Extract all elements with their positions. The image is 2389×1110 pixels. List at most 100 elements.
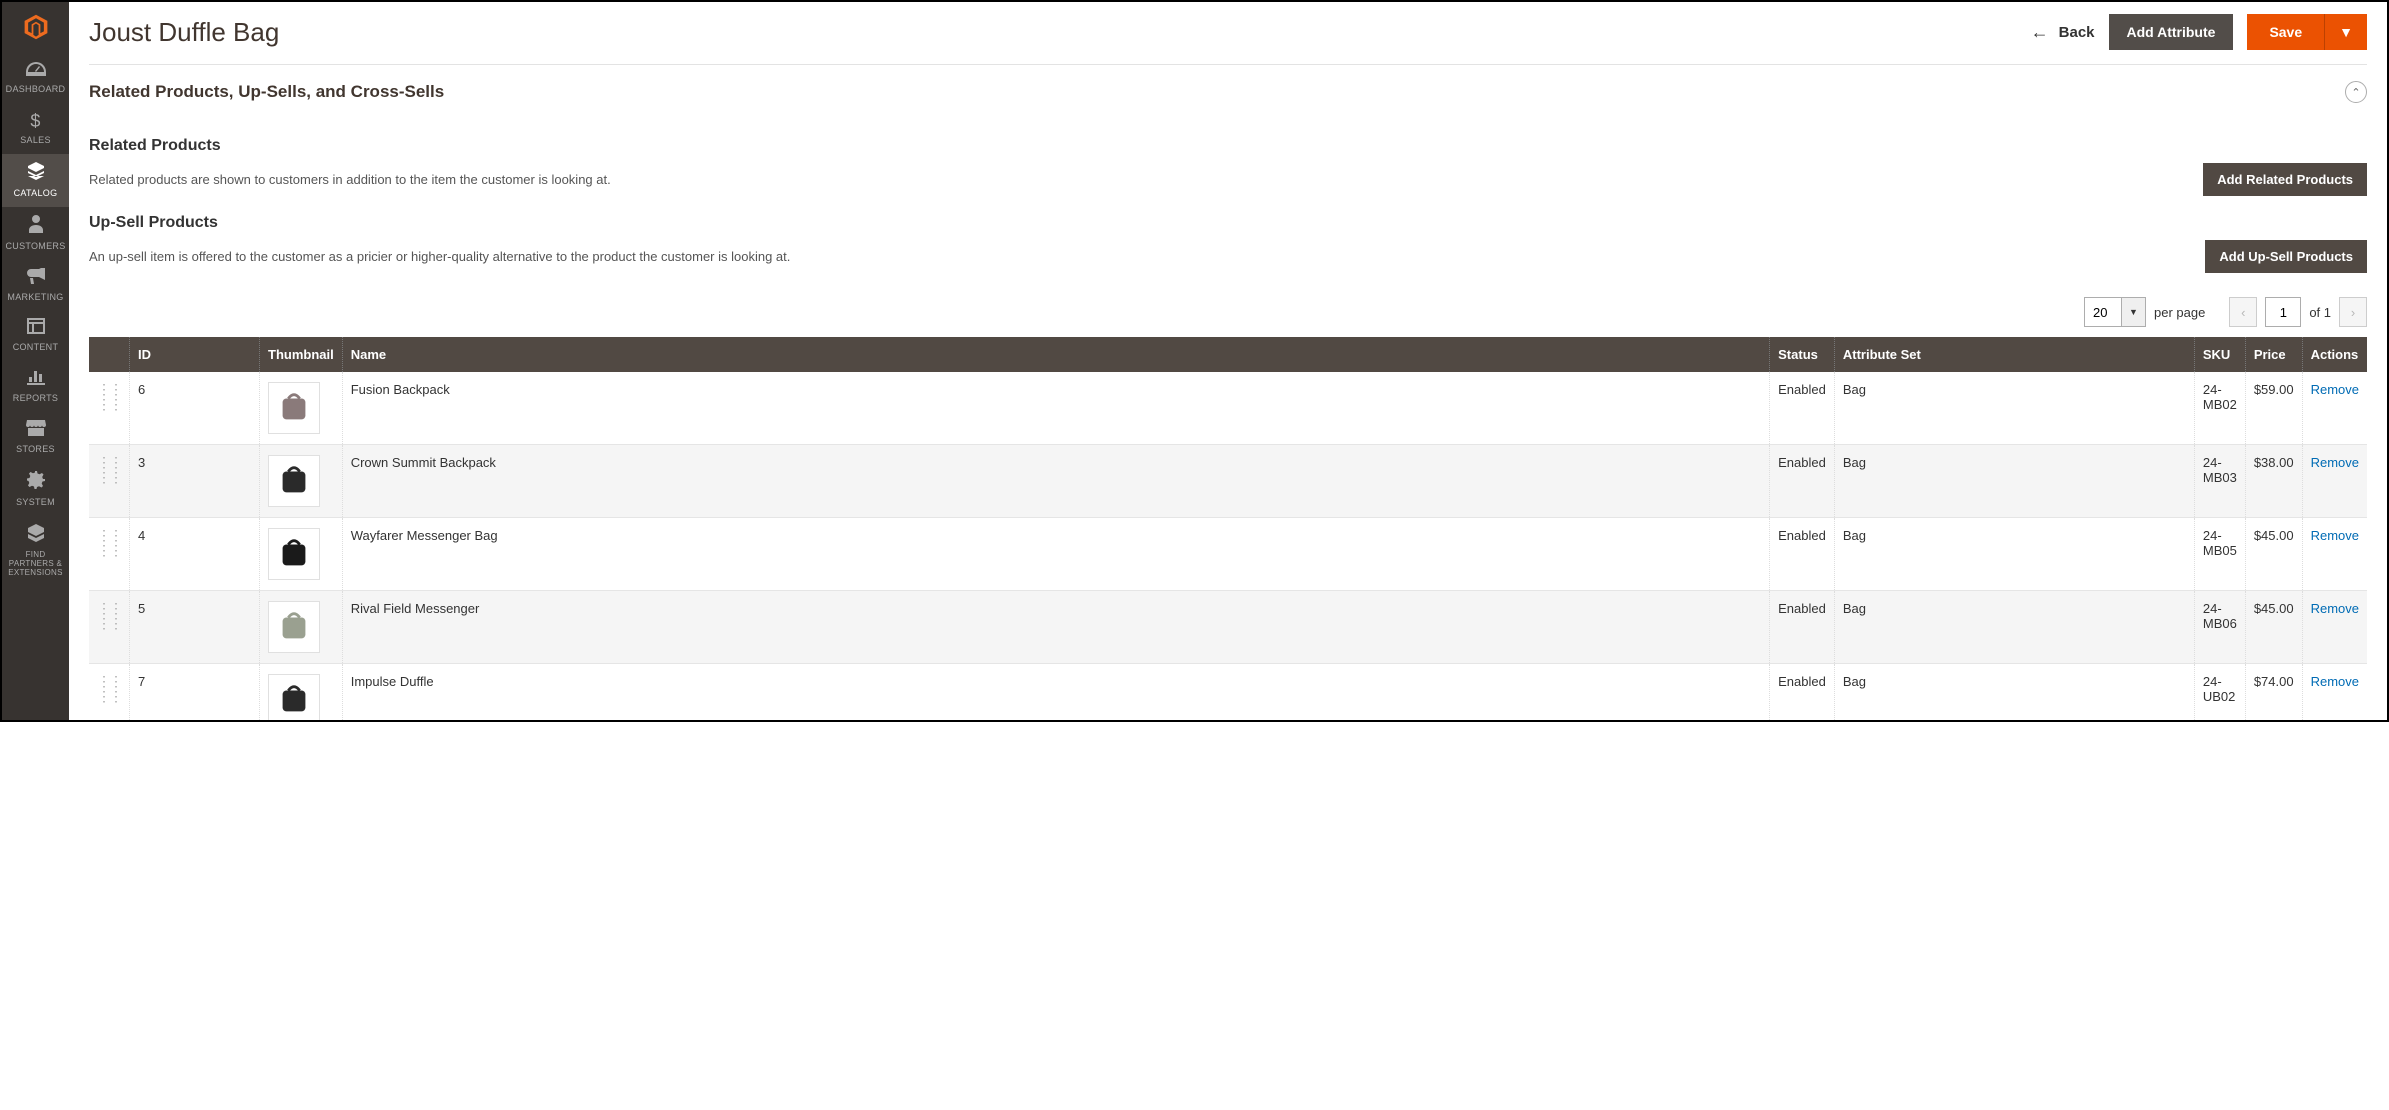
cell-sku: 24-UB02 <box>2194 664 2245 721</box>
drag-handle-icon[interactable]: ⋮⋮⋮⋮ <box>97 527 121 558</box>
nav-dashboard[interactable]: DASHBOARD <box>2 52 69 103</box>
remove-link[interactable]: Remove <box>2311 382 2359 397</box>
pagination-row: ▼ per page ‹ of 1 › <box>89 297 2367 327</box>
product-thumbnail[interactable] <box>268 455 320 507</box>
gear-icon <box>27 471 45 494</box>
related-desc: Related products are shown to customers … <box>89 172 611 187</box>
nav-reports[interactable]: REPORTS <box>2 361 69 412</box>
per-page-select: ▼ <box>2084 297 2146 327</box>
nav-sales[interactable]: $ SALES <box>2 103 69 154</box>
cell-status: Enabled <box>1770 591 1835 664</box>
dashboard-icon <box>26 60 46 81</box>
cell-id: 7 <box>130 664 260 721</box>
cell-status: Enabled <box>1770 372 1835 445</box>
drag-handle-icon[interactable]: ⋮⋮⋮⋮ <box>97 454 121 485</box>
cell-name: Wayfarer Messenger Bag <box>342 518 1769 591</box>
col-name[interactable]: Name <box>342 337 1769 372</box>
nav-partners[interactable]: FIND PARTNERS & EXTENSIONS <box>2 516 69 585</box>
remove-link[interactable]: Remove <box>2311 601 2359 616</box>
cell-attribute-set: Bag <box>1834 372 2194 445</box>
nav-marketing[interactable]: MARKETING <box>2 260 69 311</box>
table-row: ⋮⋮⋮⋮ 3 Crown Summit Backpack Enabled Bag… <box>89 445 2367 518</box>
page-of-label: of 1 <box>2309 305 2331 320</box>
remove-link[interactable]: Remove <box>2311 455 2359 470</box>
col-status[interactable]: Status <box>1770 337 1835 372</box>
per-page-dropdown[interactable]: ▼ <box>2122 297 2146 327</box>
nav-label: SALES <box>20 136 51 146</box>
next-page-button[interactable]: › <box>2339 297 2367 327</box>
nav-label: CATALOG <box>14 189 58 199</box>
remove-link[interactable]: Remove <box>2311 528 2359 543</box>
nav-label: REPORTS <box>13 394 58 404</box>
cell-name: Rival Field Messenger <box>342 591 1769 664</box>
pager-nav: ‹ of 1 › <box>2229 297 2367 327</box>
megaphone-icon <box>27 268 45 289</box>
page-header: Joust Duffle Bag ← Back Add Attribute Sa… <box>69 2 2387 64</box>
cell-id: 4 <box>130 518 260 591</box>
table-row: ⋮⋮⋮⋮ 7 Impulse Duffle Enabled Bag 24-UB0… <box>89 664 2367 721</box>
nav-system[interactable]: SYSTEM <box>2 463 69 516</box>
reports-icon <box>27 369 45 390</box>
person-icon <box>29 215 43 238</box>
remove-link[interactable]: Remove <box>2311 674 2359 689</box>
content-icon <box>27 318 45 339</box>
col-sku[interactable]: SKU <box>2194 337 2245 372</box>
product-thumbnail[interactable] <box>268 601 320 653</box>
catalog-icon <box>26 162 46 185</box>
add-attribute-button[interactable]: Add Attribute <box>2109 14 2234 50</box>
col-price[interactable]: Price <box>2245 337 2302 372</box>
cell-name: Fusion Backpack <box>342 372 1769 445</box>
cell-attribute-set: Bag <box>1834 591 2194 664</box>
cell-price: $45.00 <box>2245 518 2302 591</box>
save-dropdown-button[interactable]: ▼ <box>2324 14 2367 50</box>
nav-label: FIND PARTNERS & EXTENSIONS <box>4 551 67 577</box>
nav-catalog[interactable]: CATALOG <box>2 154 69 207</box>
upsell-products-block: Up-Sell Products An up-sell item is offe… <box>89 214 2367 273</box>
drag-handle-icon[interactable]: ⋮⋮⋮⋮ <box>97 673 121 704</box>
nav-label: SYSTEM <box>16 498 55 508</box>
cell-attribute-set: Bag <box>1834 445 2194 518</box>
prev-page-button[interactable]: ‹ <box>2229 297 2257 327</box>
partners-icon <box>27 524 45 547</box>
table-row: ⋮⋮⋮⋮ 4 Wayfarer Messenger Bag Enabled Ba… <box>89 518 2367 591</box>
back-label: Back <box>2059 24 2095 41</box>
cell-id: 6 <box>130 372 260 445</box>
cell-name: Crown Summit Backpack <box>342 445 1769 518</box>
col-id[interactable]: ID <box>130 337 260 372</box>
table-row: ⋮⋮⋮⋮ 6 Fusion Backpack Enabled Bag 24-MB… <box>89 372 2367 445</box>
add-upsell-products-button[interactable]: Add Up-Sell Products <box>2205 240 2367 273</box>
collapse-button[interactable]: ⌃ <box>2345 81 2367 103</box>
product-thumbnail[interactable] <box>268 528 320 580</box>
save-button[interactable]: Save <box>2247 14 2324 50</box>
drag-handle-icon[interactable]: ⋮⋮⋮⋮ <box>97 381 121 412</box>
cell-id: 3 <box>130 445 260 518</box>
per-page-input[interactable] <box>2084 297 2122 327</box>
magento-logo[interactable] <box>2 2 69 52</box>
cell-attribute-set: Bag <box>1834 664 2194 721</box>
upsell-title: Up-Sell Products <box>89 214 2367 232</box>
back-button[interactable]: ← Back <box>2031 22 2095 43</box>
cell-name: Impulse Duffle <box>342 664 1769 721</box>
nav-content[interactable]: CONTENT <box>2 310 69 361</box>
chevron-up-icon: ⌃ <box>2351 86 2360 99</box>
col-attribute-set[interactable]: Attribute Set <box>1834 337 2194 372</box>
nav-customers[interactable]: CUSTOMERS <box>2 207 69 260</box>
cell-sku: 24-MB03 <box>2194 445 2245 518</box>
nav-stores[interactable]: STORES <box>2 412 69 463</box>
main-content: Joust Duffle Bag ← Back Add Attribute Sa… <box>69 2 2387 720</box>
cell-status: Enabled <box>1770 445 1835 518</box>
save-button-group: Save ▼ <box>2247 14 2367 50</box>
header-actions: ← Back Add Attribute Save ▼ <box>2031 14 2367 50</box>
nav-label: CONTENT <box>13 343 59 353</box>
product-thumbnail[interactable] <box>268 674 320 720</box>
cell-sku: 24-MB02 <box>2194 372 2245 445</box>
product-thumbnail[interactable] <box>268 382 320 434</box>
drag-handle-icon[interactable]: ⋮⋮⋮⋮ <box>97 600 121 631</box>
stores-icon <box>26 420 46 441</box>
add-related-products-button[interactable]: Add Related Products <box>2203 163 2367 196</box>
cell-sku: 24-MB05 <box>2194 518 2245 591</box>
cell-id: 5 <box>130 591 260 664</box>
cell-status: Enabled <box>1770 664 1835 721</box>
page-number-input[interactable] <box>2265 297 2301 327</box>
chevron-right-icon: › <box>2351 305 2355 320</box>
